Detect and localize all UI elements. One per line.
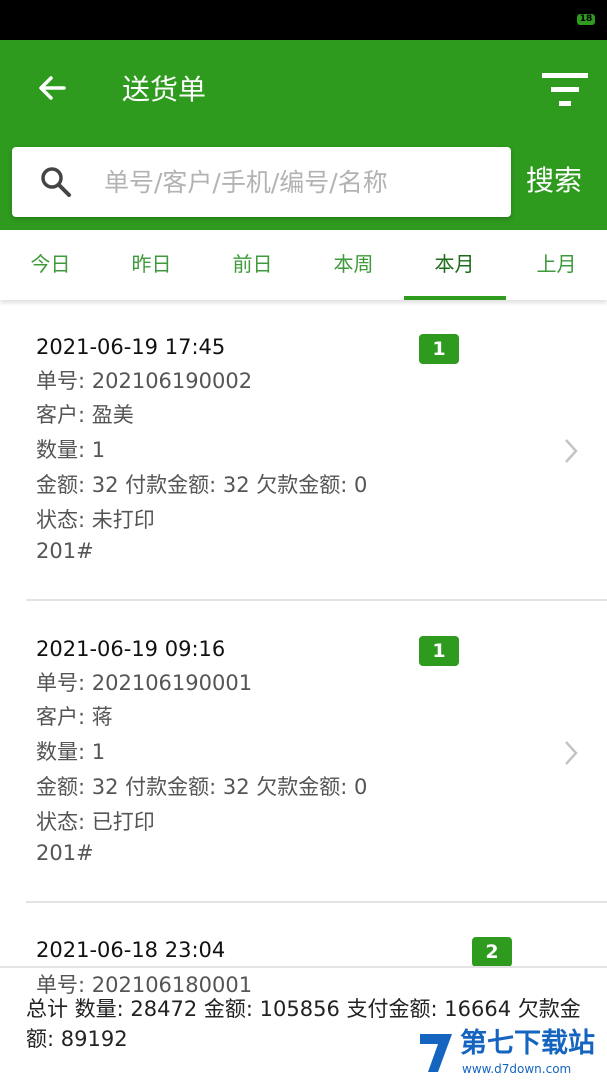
order-list-item[interactable]: 2021-06-19 09:16 1 单号: 202106190001 客户: … bbox=[0, 603, 607, 903]
order-note: 201# bbox=[36, 539, 94, 563]
tab-day-before[interactable]: 前日 bbox=[202, 230, 303, 300]
search-icon bbox=[41, 167, 71, 197]
watermark: 第七下载站 www.d7down.com bbox=[410, 1026, 605, 1080]
active-tab-indicator bbox=[404, 296, 506, 300]
watermark-logo bbox=[420, 1034, 452, 1072]
order-note: 201# bbox=[36, 841, 94, 865]
order-quantity: 数量: 1 bbox=[36, 740, 106, 764]
arrow-left-icon bbox=[39, 76, 66, 100]
order-list-item[interactable]: 2021-06-18 23:04 2 bbox=[0, 905, 607, 966]
divider bbox=[26, 901, 607, 903]
order-datetime: 2021-06-18 23:04 bbox=[36, 938, 226, 962]
filter-icon bbox=[542, 73, 588, 106]
watermark-name: 第七下载站 bbox=[460, 1028, 595, 1059]
order-amounts: 金额: 32 付款金额: 32 欠款金额: 0 bbox=[36, 473, 368, 497]
date-filter-tabs: 今日 昨日 前日 本周 本月 上月 bbox=[0, 230, 607, 300]
search-button[interactable]: 搜索 bbox=[526, 159, 582, 203]
tab-today[interactable]: 今日 bbox=[0, 230, 101, 300]
chevron-right-icon bbox=[565, 439, 578, 463]
order-number: 单号: 202106190002 bbox=[36, 369, 253, 393]
tab-this-week[interactable]: 本周 bbox=[303, 230, 404, 300]
order-datetime: 2021-06-19 09:16 bbox=[36, 637, 226, 661]
order-customer: 客户: 盈美 bbox=[36, 403, 134, 427]
search-box[interactable] bbox=[12, 147, 511, 217]
order-list-item[interactable]: 2021-06-19 17:45 1 单号: 202106190002 客户: … bbox=[0, 301, 607, 601]
chevron-right-icon bbox=[565, 741, 578, 765]
tab-this-month[interactable]: 本月 bbox=[404, 230, 505, 300]
status-bar: 18 bbox=[0, 0, 607, 40]
watermark-url: www.d7down.com bbox=[462, 1062, 572, 1076]
order-count-badge: 1 bbox=[419, 334, 459, 364]
tab-last-month[interactable]: 上月 bbox=[506, 230, 607, 300]
app-bar: 送货单 搜索 bbox=[0, 40, 607, 230]
order-datetime: 2021-06-19 17:45 bbox=[36, 335, 226, 359]
order-status: 状态: 未打印 bbox=[36, 508, 155, 532]
order-quantity: 数量: 1 bbox=[36, 438, 106, 462]
order-count-badge: 2 bbox=[472, 937, 512, 966]
search-input[interactable] bbox=[104, 160, 494, 204]
filter-button[interactable] bbox=[538, 68, 592, 112]
order-status: 状态: 已打印 bbox=[36, 810, 155, 834]
battery-icon: 18 bbox=[577, 14, 595, 25]
order-customer: 客户: 蒋 bbox=[36, 705, 113, 729]
divider bbox=[26, 599, 607, 601]
order-count-badge: 1 bbox=[419, 636, 459, 666]
order-amounts: 金额: 32 付款金额: 32 欠款金额: 0 bbox=[36, 775, 368, 799]
order-number: 单号: 202106190001 bbox=[36, 671, 253, 695]
back-button[interactable] bbox=[30, 68, 78, 112]
tab-yesterday[interactable]: 昨日 bbox=[101, 230, 202, 300]
page-title: 送货单 bbox=[122, 73, 207, 106]
